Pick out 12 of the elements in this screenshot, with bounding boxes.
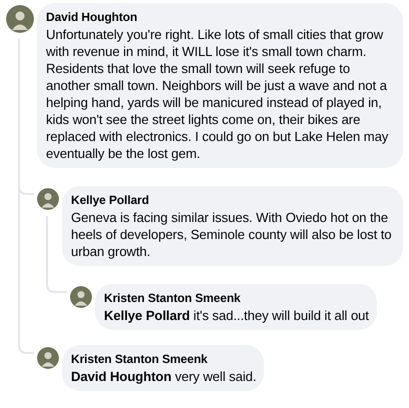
avatar[interactable] — [70, 286, 92, 308]
comment-text: Unfortunately you're right. Like lots of small cities that grow with revenue in mind, it WILL lose it's small town charm. Residents that love the small town will seek refuge to another small town. Neighbors will be just a wave and not a helping hand, yards will be manicured instead of played in, kids won't see the street lights come on, their bikes are replaced with electronics. I could go on but Lake Helen may eventually be the lost gem. — [46, 26, 390, 162]
avatar[interactable] — [37, 188, 59, 210]
author-name[interactable]: Kristen Stanton Smeenk — [104, 290, 369, 306]
author-name[interactable]: Kellye Pollard — [71, 192, 395, 208]
avatar[interactable] — [6, 5, 34, 33]
comment-text: Geneva is facing similar issues. With Oviedo hot on the heels of developers, Seminole county will also be lost to urban growth. — [71, 209, 393, 260]
author-name[interactable]: David Houghton — [46, 9, 395, 25]
avatar[interactable] — [37, 347, 59, 369]
author-name[interactable]: Kristen Stanton Smeenk — [71, 351, 256, 367]
comment-text: Kellye Pollard it's sad...they will build it all out — [104, 307, 369, 324]
comment-text: David Houghton very well said. — [71, 368, 256, 385]
